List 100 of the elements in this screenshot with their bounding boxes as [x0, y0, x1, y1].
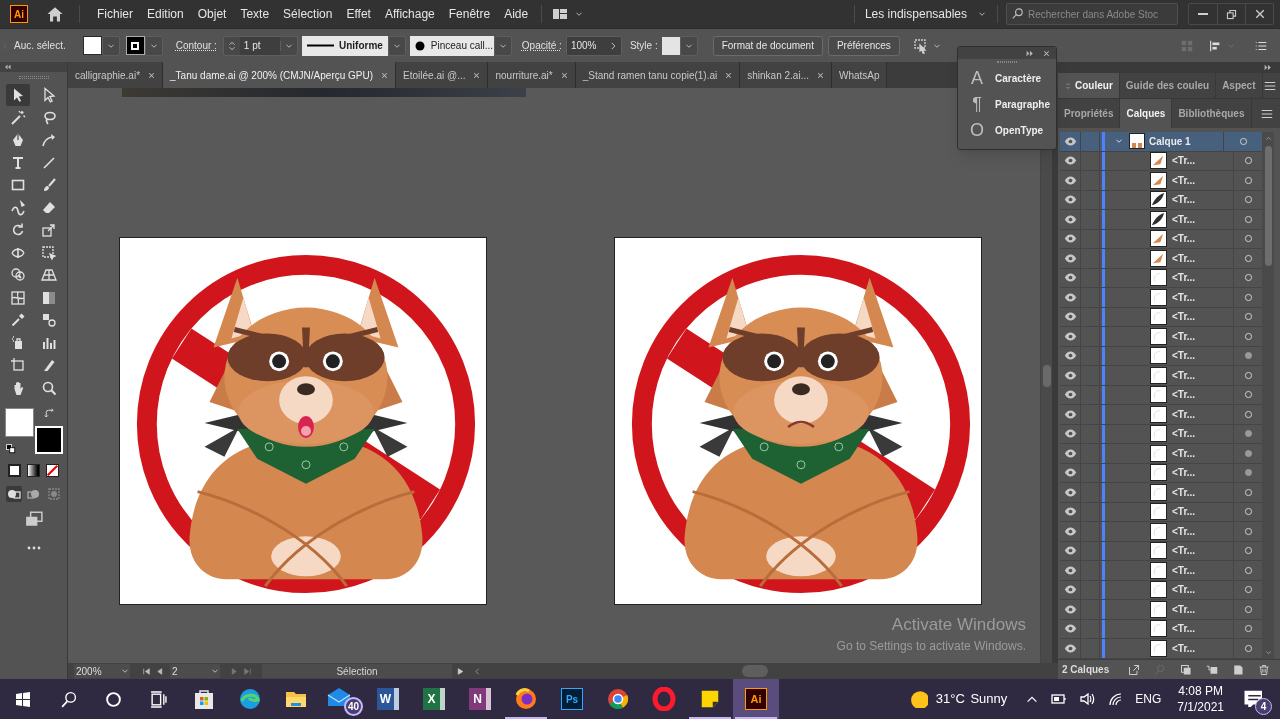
scrollbar-thumb[interactable]: [1264, 146, 1272, 266]
target-circle-icon[interactable]: [1242, 252, 1254, 264]
object-name[interactable]: <Tr...: [1172, 231, 1233, 247]
document-tab[interactable]: _Tanu dame.ai @ 200% (CMJN/Aperçu GPU): [163, 62, 397, 88]
artboard-number-input[interactable]: 2: [170, 663, 210, 679]
search-field[interactable]: Rechercher dans Adobe Stoc: [1006, 3, 1178, 25]
eye-icon[interactable]: [1063, 329, 1077, 343]
object-name[interactable]: <Tr...: [1172, 367, 1233, 383]
menu-item[interactable]: Affichage: [377, 5, 442, 23]
sublayer-row[interactable]: <Tr...: [1060, 229, 1262, 249]
sublayer-row[interactable]: <Tr...: [1060, 522, 1262, 542]
eye-icon[interactable]: [1063, 544, 1077, 558]
panel-tab[interactable]: Calques: [1120, 99, 1173, 128]
sublayer-row[interactable]: <Tr...: [1060, 541, 1262, 561]
target-circle-icon[interactable]: [1242, 545, 1254, 557]
target-circle-icon[interactable]: [1242, 525, 1254, 537]
object-name[interactable]: <Tr...: [1172, 601, 1233, 617]
target-circle-icon[interactable]: [1242, 213, 1254, 225]
task-view-icon[interactable]: [149, 690, 167, 708]
target-circle-icon[interactable]: [1242, 174, 1254, 186]
eye-icon[interactable]: [1063, 310, 1077, 324]
align-left-icon[interactable]: [1208, 38, 1222, 53]
sublayer-row[interactable]: <Tr...: [1060, 502, 1262, 522]
clock[interactable]: 4:08 PM 7/1/2021: [1177, 683, 1224, 715]
target-circle-icon[interactable]: [1242, 642, 1254, 654]
sublayer-row[interactable]: <Tr...: [1060, 249, 1262, 269]
menu-item[interactable]: Objet: [190, 5, 234, 23]
close-icon[interactable]: [472, 70, 482, 80]
object-name[interactable]: <Tr...: [1172, 270, 1233, 286]
menu-item[interactable]: Fenêtre: [441, 5, 498, 23]
close-icon[interactable]: [380, 70, 390, 80]
eye-icon[interactable]: [1063, 134, 1077, 148]
taskbar-app[interactable]: 40: [319, 679, 365, 719]
eye-icon[interactable]: [1063, 388, 1077, 402]
panel-tab[interactable]: Couleur: [1058, 73, 1120, 98]
sublayer-row[interactable]: <Tr...: [1060, 639, 1262, 659]
eye-icon[interactable]: [1063, 427, 1077, 441]
object-name[interactable]: <Tr...: [1172, 640, 1233, 656]
sublayer-row[interactable]: <Tr...: [1060, 463, 1262, 483]
document-tab[interactable]: calligraphie.ai*: [68, 62, 164, 88]
object-name[interactable]: <Tr...: [1172, 309, 1233, 325]
artboard-number-field[interactable]: 2: [170, 664, 220, 678]
draw-normal-icon[interactable]: [5, 485, 22, 502]
sun-icon[interactable]: [909, 690, 928, 708]
object-name[interactable]: <Tr...: [1172, 465, 1233, 481]
target-circle-icon[interactable]: [1242, 447, 1254, 459]
horizontal-scrollbar-thumb[interactable]: [742, 665, 768, 677]
eye-icon[interactable]: [1063, 622, 1077, 636]
workspace-layout-icon[interactable]: [552, 6, 569, 22]
menu-item[interactable]: Texte: [233, 5, 277, 23]
object-name[interactable]: <Tr...: [1172, 328, 1233, 344]
sublayer-row[interactable]: <Tr...: [1060, 268, 1262, 288]
sublayer-row[interactable]: <Tr...: [1060, 483, 1262, 503]
target-circle-icon[interactable]: [1242, 389, 1254, 401]
trash-icon[interactable]: [1258, 663, 1270, 676]
tool-button[interactable]: [6, 84, 30, 106]
target-circle-icon[interactable]: [1242, 350, 1254, 362]
sublayer-row[interactable]: <Tr...: [1060, 151, 1262, 171]
document-tab[interactable]: Etoilée.ai @...: [396, 62, 489, 88]
panel-item[interactable]: OpenType: [995, 122, 1044, 138]
sublayer-row[interactable]: <Tr...: [1060, 580, 1262, 600]
object-name[interactable]: <Tr...: [1172, 523, 1233, 539]
eye-icon[interactable]: [1063, 583, 1077, 597]
eye-icon[interactable]: [1063, 368, 1077, 382]
document-tab[interactable]: WhatsAp: [832, 62, 887, 88]
first-page-icon[interactable]: [142, 666, 151, 676]
screen-mode-icon[interactable]: [23, 509, 44, 528]
object-name[interactable]: <Tr...: [1172, 445, 1233, 461]
fill-color-swatch[interactable]: [4, 407, 34, 437]
fill-swatch[interactable]: [82, 36, 102, 55]
default-colors-icon[interactable]: [5, 443, 16, 454]
target-circle-icon[interactable]: [1242, 272, 1254, 284]
panel-tab[interactable]: Bibliothèques: [1172, 99, 1252, 128]
workspace-dropdown[interactable]: Les indispensables: [864, 5, 987, 23]
target-circle-icon[interactable]: [1242, 486, 1254, 498]
wifi-icon[interactable]: [1107, 691, 1124, 707]
toolbar-button[interactable]: Préférences: [827, 35, 900, 56]
object-name[interactable]: <Tr...: [1172, 192, 1233, 208]
target-circle-icon[interactable]: [1242, 233, 1254, 245]
search-icon[interactable]: [59, 690, 77, 708]
target-circle-icon[interactable]: [1242, 155, 1254, 167]
target-circle-icon[interactable]: [1242, 291, 1254, 303]
sublayer-row[interactable]: <Tr...: [1060, 561, 1262, 581]
eye-icon[interactable]: [1063, 290, 1077, 304]
eye-icon[interactable]: [1063, 212, 1077, 226]
object-name[interactable]: <Tr...: [1172, 153, 1233, 169]
target-circle-icon[interactable]: [1242, 603, 1254, 615]
taskbar-app[interactable]: N: [457, 679, 503, 719]
none-mode-button[interactable]: [46, 463, 59, 477]
brush-dropdown[interactable]: Pinceau call...: [409, 35, 494, 56]
brush-caret-button[interactable]: [493, 35, 512, 56]
object-name[interactable]: <Tr...: [1172, 250, 1233, 266]
close-icon[interactable]: [816, 70, 825, 80]
new-sublayer-icon[interactable]: [1206, 663, 1218, 676]
close-icon[interactable]: [147, 70, 157, 80]
eye-icon[interactable]: [1063, 271, 1077, 285]
style-swatch[interactable]: [661, 36, 680, 55]
close-icon[interactable]: [724, 70, 734, 80]
eye-icon[interactable]: [1063, 173, 1077, 187]
target-circle-icon[interactable]: [1242, 369, 1254, 381]
